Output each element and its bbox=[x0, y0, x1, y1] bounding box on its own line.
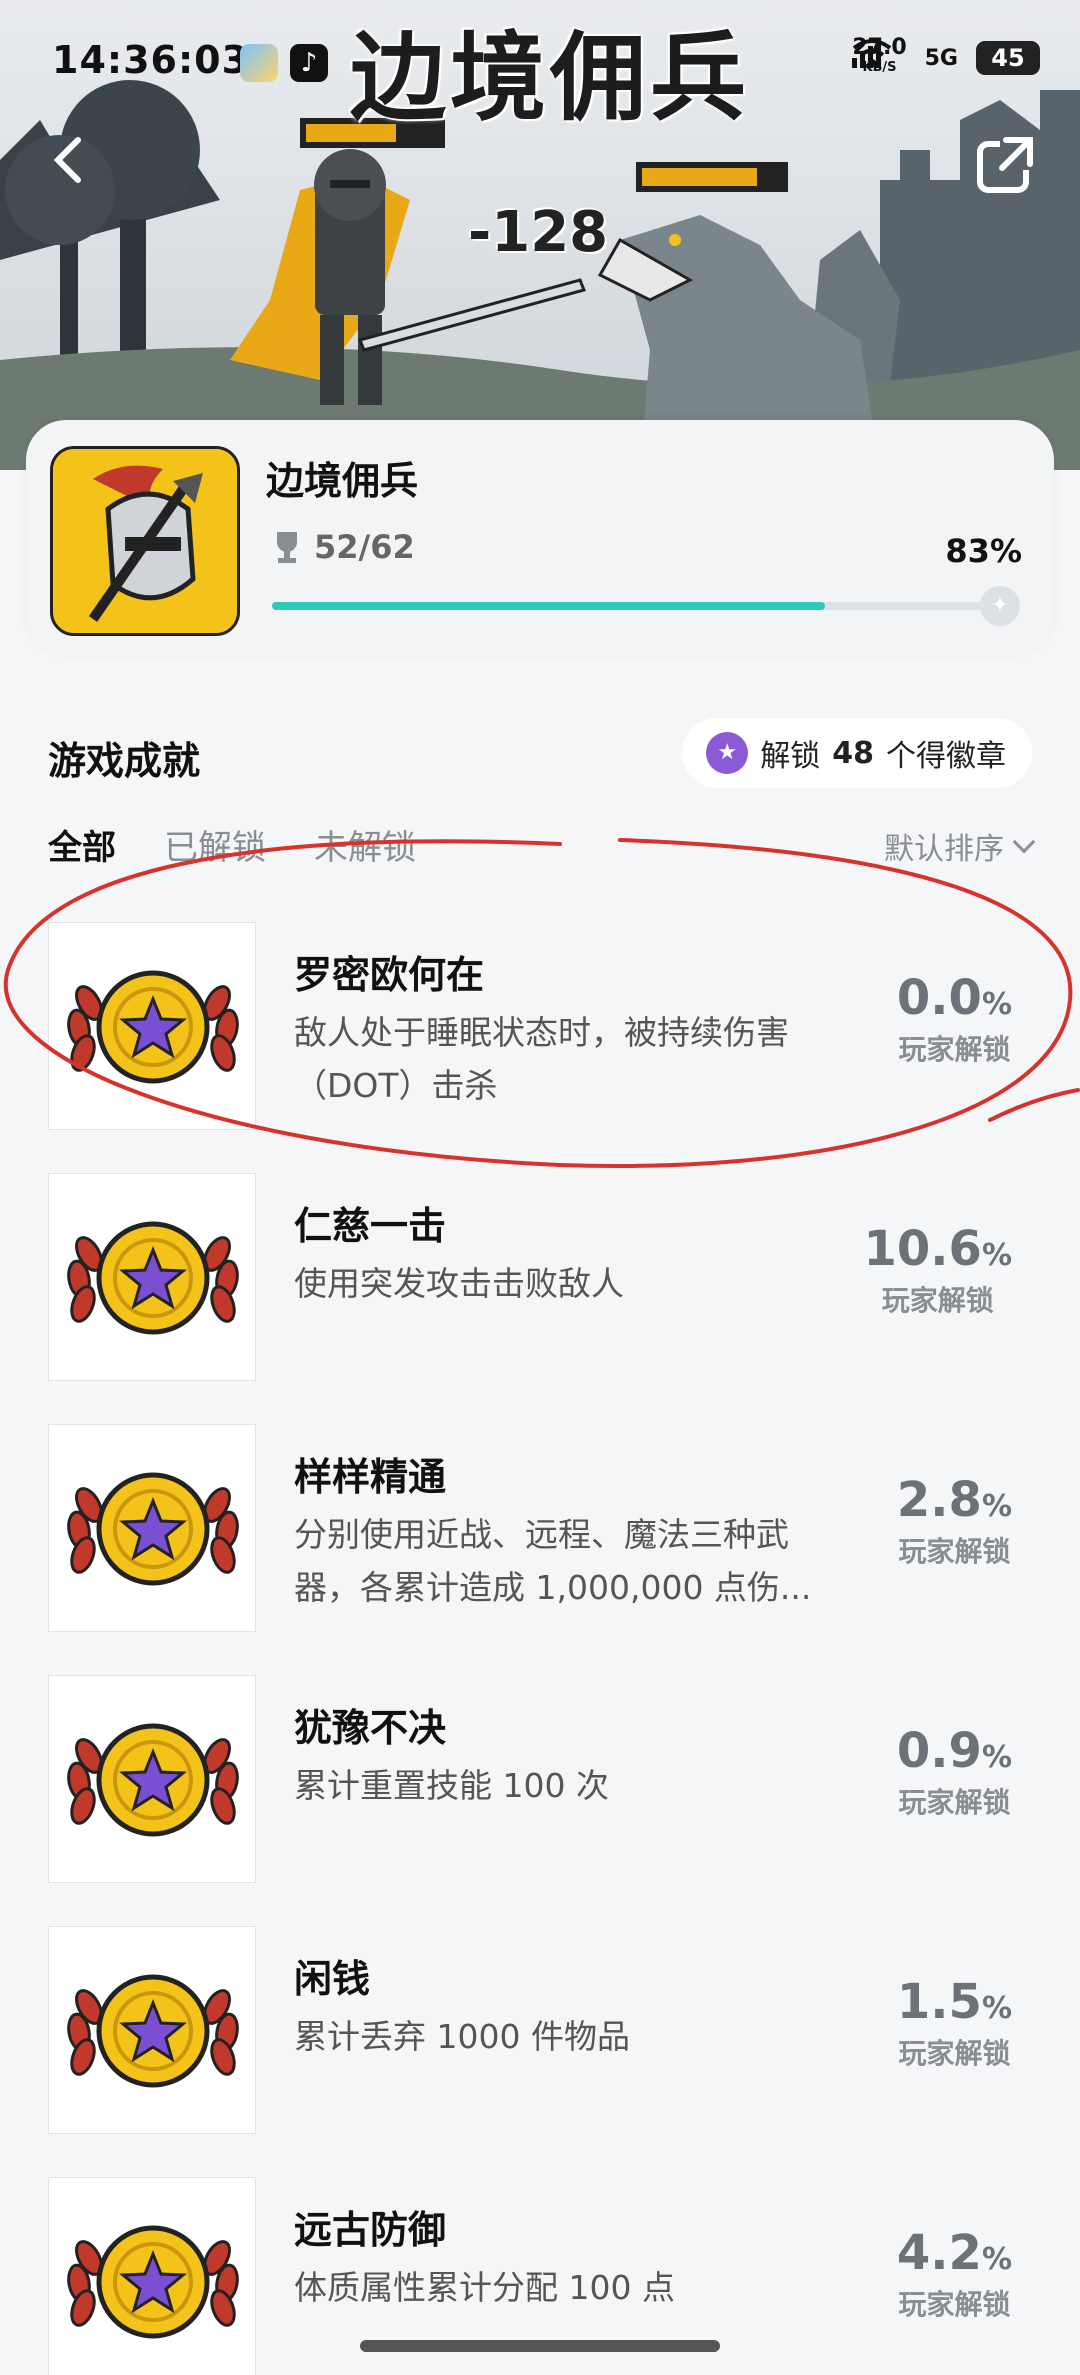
home-indicator[interactable] bbox=[360, 2340, 720, 2352]
achievement-title: 远古防御 bbox=[294, 2208, 447, 2252]
network-type: 5G bbox=[924, 45, 958, 71]
achievement-title: 犹豫不决 bbox=[294, 1706, 447, 1750]
achievement-description: 累计重置技能 100 次 bbox=[294, 1766, 609, 1805]
completion-progress-fill bbox=[272, 602, 825, 610]
unlock-rate-label: 玩家解锁 bbox=[881, 1284, 994, 1317]
achievement-item[interactable]: 仁慈一击 使用突发攻击击败敌人 10.6% 玩家解锁 bbox=[0, 1169, 1080, 1420]
unlock-rate-value: 10.6 bbox=[863, 1221, 982, 1277]
tab-unlocked[interactable]: 已解锁 bbox=[164, 820, 266, 869]
status-time: 14:36:03 bbox=[52, 38, 250, 82]
unlock-rate-value: 4.2 bbox=[896, 2225, 982, 2281]
achievement-unlock-rate: 0.9% 玩家解锁 bbox=[897, 1723, 1012, 1821]
banner-game-title: 边境佣兵 bbox=[350, 22, 750, 134]
status-indicators: 27.0 KB/S 5G 45 bbox=[852, 37, 1040, 78]
achievement-description: 分别使用近战、远程、魔法三种武器，各累计造成 1,000,000 点伤... bbox=[294, 1515, 812, 1607]
trophy-icon bbox=[277, 532, 297, 563]
tab-all[interactable]: 全部 bbox=[48, 820, 116, 869]
share-icon bbox=[977, 137, 1033, 193]
achievement-icon bbox=[48, 1675, 256, 1883]
game-name: 边境佣兵 bbox=[266, 459, 419, 503]
achievement-icon bbox=[48, 1926, 256, 2134]
trophy-count: 52/62 bbox=[314, 528, 415, 566]
achievement-description: 敌人处于睡眠状态时，被持续伤害（DOT）击杀 bbox=[294, 1013, 789, 1105]
badge-suffix: 个得徽章 bbox=[886, 739, 1006, 774]
medal-icon bbox=[67, 970, 239, 1084]
medal-icon bbox=[67, 1221, 239, 1335]
achievement-item[interactable]: 罗密欧何在 敌人处于睡眠状态时，被持续伤害（DOT）击杀 0.0% 玩家解锁 bbox=[0, 918, 1080, 1169]
game-icon[interactable] bbox=[50, 446, 240, 636]
game-summary-card: 边境佣兵 52/62 83% ✦ bbox=[26, 420, 1054, 656]
chevron-down-icon bbox=[1012, 830, 1036, 854]
chevron-left-icon bbox=[53, 137, 81, 183]
achievement-unlock-rate: 0.0% 玩家解锁 bbox=[897, 970, 1012, 1068]
unlock-rate-label: 玩家解锁 bbox=[898, 2288, 1011, 2321]
achievement-icon bbox=[48, 2177, 256, 2375]
medal-icon bbox=[67, 1974, 239, 2088]
completion-progress-bar: ✦ bbox=[272, 586, 1020, 626]
tab-locked[interactable]: 未解锁 bbox=[314, 820, 416, 869]
unlock-rate-percent-sign: % bbox=[981, 1489, 1012, 1524]
sort-dropdown[interactable]: 默认排序 bbox=[884, 824, 1036, 868]
weather-app-icon bbox=[240, 44, 278, 82]
achievement-item[interactable]: 犹豫不决 累计重置技能 100 次 0.9% 玩家解锁 bbox=[0, 1671, 1080, 1922]
completion-percent: 83% bbox=[945, 532, 1022, 570]
unlock-rate-label: 玩家解锁 bbox=[898, 2037, 1011, 2070]
progress-badge-icon: ✦ bbox=[980, 586, 1020, 626]
medal-icon bbox=[67, 1472, 239, 1586]
unlock-rate-value: 0.9 bbox=[896, 1723, 982, 1779]
filter-tabs: 全部 已解锁 未解锁 bbox=[48, 820, 416, 869]
achievement-title: 仁慈一击 bbox=[294, 1204, 447, 1248]
unlock-rate-percent-sign: % bbox=[981, 1740, 1012, 1775]
achievement-icon bbox=[48, 1173, 256, 1381]
achievement-unlock-rate: 1.5% 玩家解锁 bbox=[897, 1974, 1012, 2072]
achievement-description: 体质属性累计分配 100 点 bbox=[294, 2268, 675, 2307]
achievement-title: 闲钱 bbox=[294, 1957, 371, 2001]
achievement-unlock-rate: 4.2% 玩家解锁 bbox=[897, 2225, 1012, 2323]
signal-icon bbox=[852, 40, 882, 68]
medal-icon bbox=[67, 1723, 239, 1837]
tiktok-app-icon: ♪ bbox=[290, 44, 328, 82]
knight-helmet-icon bbox=[53, 449, 237, 633]
unlock-rate-label: 玩家解锁 bbox=[898, 1786, 1011, 1819]
battery-icon: 45 bbox=[976, 41, 1040, 75]
medal-icon bbox=[67, 2225, 239, 2339]
badge-prefix: 解锁 bbox=[760, 739, 821, 774]
achievement-description: 使用突发攻击击败敌人 bbox=[294, 1264, 624, 1303]
sort-label: 默认排序 bbox=[884, 832, 1004, 867]
game-banner: 14:36:03 ♪ 27.0 KB/S 5G 45 边境佣兵 -128 bbox=[0, 0, 1080, 470]
achievement-item[interactable]: 样样精通 分别使用近战、远程、魔法三种武器，各累计造成 1,000,000 点伤… bbox=[0, 1420, 1080, 1671]
achievement-description: 累计丢弃 1000 件物品 bbox=[294, 2017, 630, 2056]
unlock-rate-label: 玩家解锁 bbox=[898, 1033, 1011, 1066]
achievement-item[interactable]: 闲钱 累计丢弃 1000 件物品 1.5% 玩家解锁 bbox=[0, 1922, 1080, 2173]
unlock-rate-value: 1.5 bbox=[896, 1974, 982, 2030]
section-title: 游戏成就 bbox=[48, 739, 201, 783]
achievement-unlock-rate: 2.8% 玩家解锁 bbox=[897, 1472, 1012, 1570]
badge-medal-icon: ★ bbox=[706, 732, 749, 774]
badge-unlock-pill[interactable]: ★ 解锁 48 个得徽章 bbox=[682, 718, 1032, 788]
unlock-rate-value: 0.0 bbox=[896, 970, 982, 1026]
achievement-list: 罗密欧何在 敌人处于睡眠状态时，被持续伤害（DOT）击杀 0.0% 玩家解锁 仁… bbox=[0, 918, 1080, 2375]
back-button[interactable] bbox=[40, 130, 110, 200]
trophy-progress: 52/62 bbox=[272, 528, 415, 566]
unlock-rate-percent-sign: % bbox=[981, 1991, 1012, 2026]
achievement-title: 罗密欧何在 bbox=[294, 953, 485, 997]
achievement-unlock-rate: 10.6% 玩家解锁 bbox=[864, 1221, 1013, 1319]
achievement-icon bbox=[48, 1424, 256, 1632]
unlock-rate-label: 玩家解锁 bbox=[898, 1535, 1011, 1568]
unlock-rate-percent-sign: % bbox=[981, 2242, 1012, 2277]
banner-damage-text: -128 bbox=[468, 200, 609, 265]
achievement-title: 样样精通 bbox=[294, 1455, 447, 1499]
achievement-icon bbox=[48, 922, 256, 1130]
badge-count: 48 bbox=[832, 735, 874, 771]
unlock-rate-value: 2.8 bbox=[896, 1472, 982, 1528]
unlock-rate-percent-sign: % bbox=[981, 987, 1012, 1022]
share-button[interactable] bbox=[970, 130, 1044, 204]
unlock-rate-percent-sign: % bbox=[981, 1238, 1012, 1273]
